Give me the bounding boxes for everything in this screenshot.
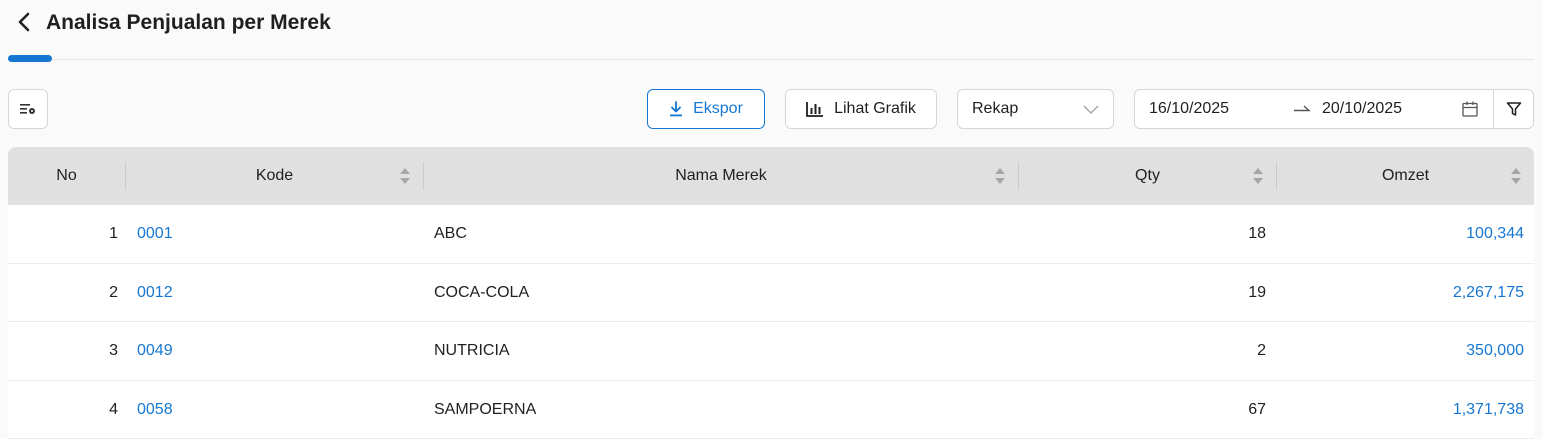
column-header-no: No [56,167,77,184]
mode-select-value: Rekap [972,100,1019,117]
view-chart-label: Lihat Grafik [834,100,916,117]
cell-nama-merek: COCA-COLA [434,283,530,301]
table-row: 2 0012 COCA-COLA 19 2,267,175 [8,263,1534,322]
cell-no: 4 [109,400,118,418]
sort-icon[interactable] [1252,166,1264,186]
cell-qty: 67 [1248,400,1266,418]
date-range-picker[interactable]: 16/10/2025 20/10/2025 [1134,89,1494,129]
bar-chart-icon [806,101,824,117]
brand-sales-table: No Kode Nama Merek Qty Omzet 1 0001 ABC … [8,147,1534,439]
column-header-kode[interactable]: Kode [126,147,423,205]
cell-kode-link[interactable]: 0058 [137,381,173,439]
date-end-input[interactable]: 20/10/2025 [1322,100,1402,118]
cell-kode-link[interactable]: 0001 [137,205,173,263]
column-header-nama-merek[interactable]: Nama Merek [424,147,1018,205]
calendar-icon [1462,101,1478,117]
download-icon [669,101,683,117]
column-settings-button[interactable] [8,89,48,129]
column-header-omzet[interactable]: Omzet [1277,147,1534,205]
table-row: 4 0058 SAMPOERNA 67 1,371,738 [8,380,1534,439]
view-chart-button[interactable]: Lihat Grafik [785,89,937,129]
sort-icon[interactable] [399,166,411,186]
page-header: Analisa Penjualan per Merek [0,0,1543,62]
cell-qty: 18 [1248,225,1266,242]
chevron-left-icon [18,12,30,32]
cell-no: 3 [109,342,118,359]
tab-indicator [8,55,52,62]
chevron-down-icon [1083,105,1099,115]
export-label: Ekspor [693,100,743,117]
cell-no: 1 [109,225,118,242]
filter-button[interactable] [1493,89,1534,129]
cell-omzet-link[interactable]: 100,344 [1276,205,1524,263]
column-settings-icon [20,104,35,114]
cell-omzet-link[interactable]: 2,267,175 [1276,264,1524,322]
export-button[interactable]: Ekspor [647,89,765,129]
cell-no: 2 [109,283,118,301]
cell-qty: 2 [1257,342,1266,359]
column-header-qty[interactable]: Qty [1019,147,1276,205]
cell-qty: 19 [1248,283,1266,301]
sort-icon[interactable] [994,166,1006,186]
arrow-right-icon [1294,105,1311,112]
back-button[interactable] [12,10,36,34]
sort-icon[interactable] [1510,166,1522,186]
filter-icon [1506,102,1521,116]
cell-kode-link[interactable]: 0049 [137,322,173,380]
table-row: 3 0049 NUTRICIA 2 350,000 [8,322,1534,381]
date-start-input[interactable]: 16/10/2025 [1149,100,1229,118]
page-title: Analisa Penjualan per Merek [46,11,331,34]
header-divider [8,59,1534,60]
cell-kode-link[interactable]: 0012 [137,264,173,322]
cell-omzet-link[interactable]: 350,000 [1276,322,1524,380]
cell-omzet-link[interactable]: 1,371,738 [1276,381,1524,439]
mode-select[interactable]: Rekap [957,89,1114,129]
cell-nama-merek: SAMPOERNA [434,400,537,418]
table-header: No Kode Nama Merek Qty Omzet [8,147,1534,205]
cell-nama-merek: ABC [434,225,467,242]
cell-nama-merek: NUTRICIA [434,342,510,359]
table-row: 1 0001 ABC 18 100,344 [8,205,1534,264]
